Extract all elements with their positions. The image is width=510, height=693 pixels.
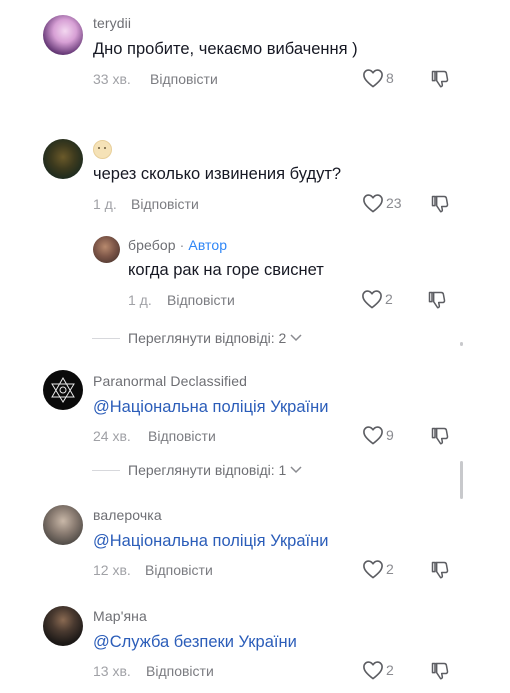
avatar[interactable] <box>43 505 83 545</box>
like-count: 2 <box>385 291 393 307</box>
divider-line <box>92 337 120 339</box>
avatar[interactable] <box>43 139 83 179</box>
comment-username[interactable]: бребор <box>128 237 176 253</box>
occult-symbol-icon <box>51 377 75 403</box>
comment-time: 33 хв. <box>93 71 131 87</box>
comment-username[interactable]: валерочка <box>93 507 162 523</box>
heart-icon <box>363 426 383 445</box>
like-count: 2 <box>386 662 394 678</box>
dislike-button[interactable] <box>430 69 450 94</box>
mention-link[interactable]: @Національна поліція України <box>93 532 328 551</box>
heart-icon <box>363 661 383 680</box>
reply-button[interactable]: Відповісти <box>145 562 213 578</box>
avatar[interactable] <box>43 370 83 410</box>
like-button[interactable]: 8 <box>362 68 394 88</box>
like-count: 23 <box>386 195 402 211</box>
scrollbar-thumb[interactable] <box>460 461 463 499</box>
author-badge: Автор <box>188 237 228 253</box>
reply-button[interactable]: Відповісти <box>131 196 199 212</box>
thumbs-down-icon <box>431 662 449 680</box>
like-button[interactable]: 23 <box>362 193 402 213</box>
comment-time: 1 д. <box>93 196 117 212</box>
view-replies-button[interactable]: Переглянути відповіді: 2 <box>92 330 303 346</box>
like-count: 8 <box>386 70 394 86</box>
comment-text: когда рак на горе свиснет <box>128 261 324 279</box>
heart-icon <box>363 69 383 88</box>
like-button[interactable]: 2 <box>362 559 394 579</box>
separator: · <box>179 237 185 253</box>
view-replies-button[interactable]: Переглянути відповіді: 1 <box>92 462 303 478</box>
heart-icon <box>363 560 383 579</box>
comment-username[interactable]: terydii <box>93 15 131 31</box>
like-count: 2 <box>386 561 394 577</box>
comment-time: 13 хв. <box>93 663 131 679</box>
dislike-button[interactable] <box>430 560 450 585</box>
reply-button[interactable]: Відповісти <box>148 428 216 444</box>
comment-time: 1 д. <box>128 292 152 308</box>
avatar[interactable] <box>43 15 83 55</box>
scrollbar-dot[interactable] <box>460 342 463 346</box>
view-replies-label: Переглянути відповіді: 1 <box>128 462 287 478</box>
heart-icon <box>363 194 383 213</box>
avatar[interactable] <box>93 236 120 263</box>
reply-username-line: бребор · Автор <box>128 237 227 253</box>
mention-link[interactable]: @Служба безпеки України <box>93 633 297 652</box>
thumbs-down-icon <box>431 70 449 88</box>
reply-button[interactable]: Відповісти <box>167 292 235 308</box>
thumbs-down-icon <box>431 561 449 579</box>
thumbs-down-icon <box>431 195 449 213</box>
like-button[interactable]: 2 <box>361 289 393 309</box>
dislike-button[interactable] <box>430 194 450 219</box>
emoji-face-icon <box>93 140 112 159</box>
like-button[interactable]: 9 <box>362 425 394 445</box>
mention-link[interactable]: @Національна поліція України <box>93 398 328 417</box>
reply-button[interactable]: Відповісти <box>150 71 218 87</box>
comment-username[interactable]: Мар'яна <box>93 608 147 624</box>
thumbs-down-icon <box>428 291 446 309</box>
thumbs-down-icon <box>431 427 449 445</box>
dislike-button[interactable] <box>427 290 447 315</box>
like-count: 9 <box>386 427 394 443</box>
comment-text: через сколько извинения будут? <box>93 165 342 183</box>
chevron-down-icon <box>290 334 302 342</box>
dislike-button[interactable] <box>430 661 450 686</box>
avatar[interactable] <box>43 606 83 646</box>
view-replies-label: Переглянути відповіді: 2 <box>128 330 287 346</box>
comment-time: 12 хв. <box>93 562 131 578</box>
dislike-button[interactable] <box>430 426 450 451</box>
comment-time: 24 хв. <box>93 428 131 444</box>
comment-text: Дно пробите, чекаємо вибачення ) <box>93 40 358 58</box>
like-button[interactable]: 2 <box>362 660 394 680</box>
divider-line <box>92 469 120 471</box>
comment-username[interactable]: Paranormal Declassified <box>93 373 247 389</box>
chevron-down-icon <box>290 466 302 474</box>
heart-icon <box>362 290 382 309</box>
reply-button[interactable]: Відповісти <box>146 663 214 679</box>
